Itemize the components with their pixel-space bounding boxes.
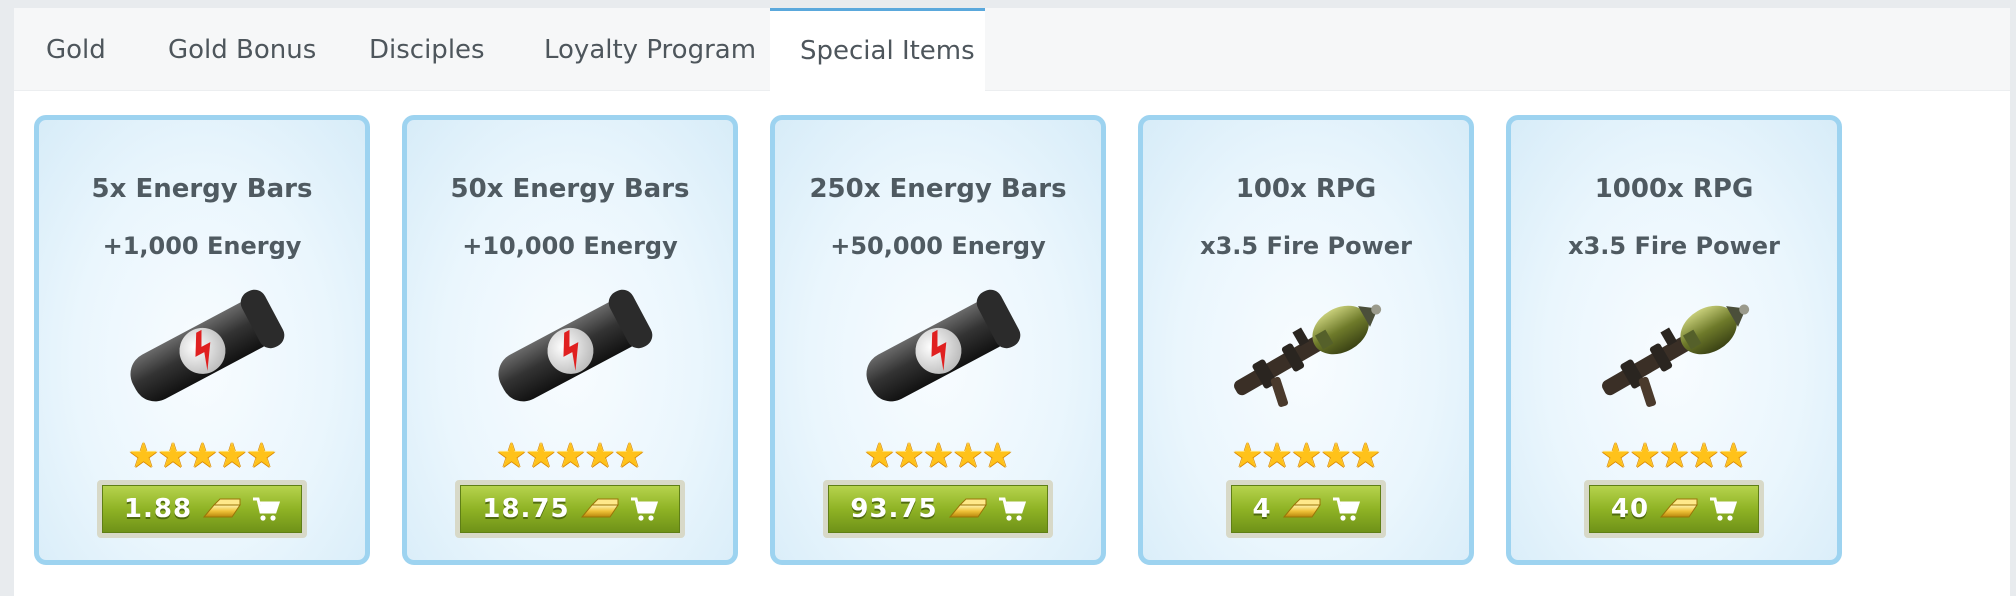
cart-icon	[998, 497, 1026, 521]
item-effect: +50,000 Energy	[830, 232, 1046, 260]
item-title: 50x Energy Bars	[450, 174, 690, 204]
tab-special-items[interactable]: Special Items	[770, 8, 985, 91]
energy-bar-icon	[130, 289, 285, 402]
rating-stars: ★★★★★	[1600, 436, 1748, 476]
item-card: 100x RPG x3.5 Fire Power ★★★★★ 4	[1138, 115, 1474, 565]
buy-button[interactable]: 18.75	[455, 480, 685, 538]
gold-bar-icon	[1282, 498, 1321, 518]
rating-stars: ★★★★★	[128, 436, 276, 476]
item-title: 250x Energy Bars	[809, 174, 1067, 204]
item-effect: +1,000 Energy	[102, 232, 302, 260]
energy-bar-icon	[498, 289, 653, 402]
cart-icon	[253, 497, 281, 521]
item-effect: x3.5 Fire Power	[1200, 232, 1412, 260]
gold-bar-icon	[948, 498, 987, 518]
item-card: 50x Energy Bars +10,000 Energy ★★★★★ 18.…	[402, 115, 738, 565]
item-card: 250x Energy Bars +50,000 Energy ★★★★★ 93…	[770, 115, 1106, 565]
item-card: 1000x RPG x3.5 Fire Power ★★★★★ 40	[1506, 115, 1842, 565]
buy-button[interactable]: 93.75	[823, 480, 1053, 538]
rating-stars: ★★★★★	[864, 436, 1012, 476]
price-label: 93.75	[850, 494, 938, 524]
cart-icon	[1332, 497, 1360, 521]
cart-icon	[630, 497, 658, 521]
rating-stars: ★★★★★	[496, 436, 644, 476]
price-label: 40	[1610, 494, 1650, 524]
rpg-launcher-icon	[1234, 304, 1382, 407]
rpg-launcher-icon	[1602, 304, 1750, 407]
price-label: 1.88	[123, 494, 193, 524]
item-effect: x3.5 Fire Power	[1568, 232, 1780, 260]
energy-bar-icon	[866, 289, 1021, 402]
buy-button[interactable]: 1.88	[97, 480, 307, 538]
price-label: 18.75	[482, 494, 570, 524]
tab-gold-bonus[interactable]: Gold Bonus	[168, 8, 316, 90]
tab-loyalty-program[interactable]: Loyalty Program	[544, 8, 756, 90]
item-title: 100x RPG	[1235, 174, 1377, 204]
rating-stars: ★★★★★	[1232, 436, 1380, 476]
gold-bar-icon	[203, 498, 242, 518]
tab-disciples[interactable]: Disciples	[369, 8, 485, 90]
tab-gold[interactable]: Gold	[46, 8, 106, 90]
gold-bar-icon	[1660, 498, 1699, 518]
buy-button[interactable]: 40	[1584, 480, 1764, 538]
item-card: 5x Energy Bars +1,000 Energy ★★★★★ 1.88	[34, 115, 370, 565]
tab-bar: Gold Gold Bonus Disciples Loyalty Progra…	[14, 8, 2010, 91]
buy-button[interactable]: 4	[1226, 480, 1386, 538]
item-title: 5x Energy Bars	[91, 174, 313, 204]
item-title: 1000x RPG	[1594, 174, 1754, 204]
cart-icon	[1710, 497, 1738, 521]
gold-bar-icon	[580, 498, 619, 518]
price-label: 4	[1252, 494, 1272, 524]
item-effect: +10,000 Energy	[462, 232, 678, 260]
